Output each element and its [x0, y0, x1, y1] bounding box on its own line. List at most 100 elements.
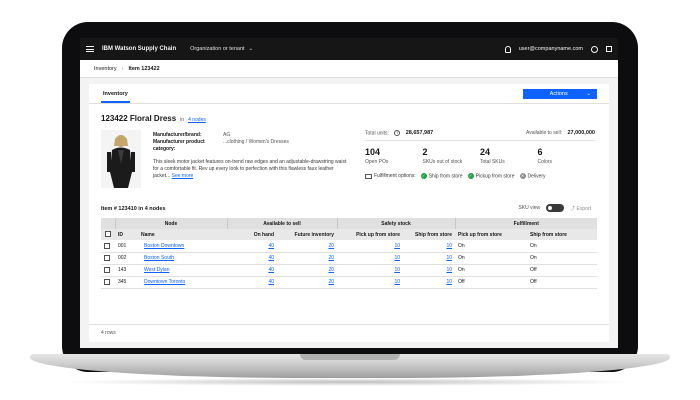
app-brand[interactable]: IBM Watson Supply Chain: [102, 46, 176, 52]
cell-future[interactable]: 20: [277, 252, 337, 265]
table-title: Item # 123410 in 4 nodes: [101, 206, 166, 212]
cell-ss-pickup[interactable]: 10: [337, 240, 403, 253]
column-header[interactable]: Name: [141, 229, 227, 240]
breadcrumb: Inventory › Item 123422: [80, 60, 618, 78]
export-icon: ⤴: [570, 205, 576, 212]
select-all-checkbox[interactable]: [105, 231, 111, 238]
table-row[interactable]: 001 Boston Downtown 40 20 10 10 On On: [101, 240, 597, 253]
chevron-down-icon: ⌄: [248, 46, 254, 52]
column-header[interactable]: On hand: [227, 229, 277, 240]
stat-caption: Open POs: [365, 159, 389, 166]
actions-dropdown-button[interactable]: Actions ⌄: [523, 89, 597, 99]
cell-f-pickup: On: [455, 240, 527, 253]
user-email[interactable]: user@companyname.com: [519, 46, 583, 52]
column-header[interactable]: Pick up from store: [455, 229, 527, 240]
cell-f-ship: On: [527, 240, 597, 253]
cell-id: 143: [115, 264, 141, 277]
cell-f-pickup: On: [455, 252, 527, 265]
cell-f-pickup: Off: [455, 276, 527, 289]
org-selector[interactable]: Organization or tenant ⌄: [190, 46, 253, 52]
row-count: 4 rows: [101, 330, 116, 336]
total-units-value: 28,657,987: [405, 130, 434, 137]
item-header: 123422 Floral Dress in 4 nodes: [101, 114, 206, 123]
cell-id: 002: [115, 252, 141, 265]
cell-ss-pickup[interactable]: 10: [337, 252, 403, 265]
menu-icon[interactable]: [86, 46, 94, 52]
row-checkbox[interactable]: [104, 278, 110, 285]
available-label: Available to sell:: [526, 130, 563, 137]
cell-ss-ship[interactable]: 10: [403, 252, 455, 265]
group-header-available: Available to sell: [226, 218, 337, 229]
group-header-safety: Safety stock: [336, 218, 455, 229]
help-icon[interactable]: ?: [394, 130, 401, 136]
cell-on-hand[interactable]: 40: [227, 252, 277, 265]
row-checkbox[interactable]: [104, 242, 110, 249]
column-header[interactable]: Pick up from store: [337, 229, 403, 240]
table-row[interactable]: 143 West Dylan 40 20 10 10 On Off: [101, 264, 597, 277]
cell-on-hand[interactable]: 40: [227, 240, 277, 253]
truck-icon: [365, 173, 372, 179]
table-row[interactable]: 345 Downtown Toronto 40 20 10 10 Off Off: [101, 276, 597, 289]
cell-name-link[interactable]: West Dylan: [141, 264, 227, 277]
table-footer: 4 rows: [89, 324, 609, 342]
row-checkbox[interactable]: [104, 266, 110, 273]
app-switcher-icon[interactable]: [606, 46, 612, 52]
group-header-fulfillment: Fulfillment: [454, 218, 597, 229]
breadcrumb-inventory-link[interactable]: Inventory: [94, 66, 117, 72]
cell-ss-ship[interactable]: 10: [403, 264, 455, 277]
cell-f-ship: Off: [527, 276, 597, 289]
column-header[interactable]: ID: [115, 229, 141, 240]
cell-ss-ship[interactable]: 10: [403, 276, 455, 289]
row-checkbox[interactable]: [104, 254, 110, 261]
cell-future[interactable]: 20: [277, 264, 337, 277]
table-toolbar: SKU view ⤴ Export: [518, 204, 591, 212]
stat-number: 6: [537, 147, 543, 158]
fulfillment-label: Fulfillment options:: [374, 173, 416, 180]
cell-future[interactable]: 20: [277, 240, 337, 253]
check-icon: ✓: [467, 173, 474, 180]
brand-key: Manufacturer/brand:: [153, 132, 202, 138]
cell-name-link[interactable]: Boston South: [141, 252, 227, 265]
product-image: [101, 130, 141, 188]
column-header[interactable]: Ship from store: [403, 229, 455, 240]
cell-on-hand[interactable]: 40: [227, 264, 277, 277]
check-icon: ✓: [420, 173, 427, 180]
cell-f-ship: Off: [527, 264, 597, 277]
table-row[interactable]: 002 Boston South 40 20 10 10 On On: [101, 252, 597, 265]
brand-value: AG: [223, 132, 231, 138]
cell-name-link[interactable]: Downtown Toronto: [141, 276, 227, 289]
fulfillment-options: Fulfillment options: ✓ Ship from store ✓ P…: [365, 173, 595, 180]
app-screen: IBM Watson Supply Chain Organization or …: [80, 38, 618, 348]
item-in-label: in: [180, 117, 185, 123]
export-label: Export: [576, 205, 591, 212]
stat-caption: Colors: [537, 159, 552, 166]
cell-ss-ship[interactable]: 10: [403, 240, 455, 253]
stat-number: 24: [480, 147, 491, 158]
laptop-notch: [300, 354, 400, 360]
sku-view-toggle[interactable]: [546, 204, 565, 212]
export-button[interactable]: ⤴ Export: [570, 205, 591, 212]
tab-inventory[interactable]: Inventory: [101, 91, 130, 103]
stat-open-pos: 104 Open POs: [365, 147, 423, 165]
cell-f-pickup: On: [455, 264, 527, 277]
column-header[interactable]: Future inventory: [277, 229, 337, 240]
stat-number: 104: [365, 147, 381, 158]
cell-ss-pickup[interactable]: 10: [337, 264, 403, 277]
top-navigation-bar: IBM Watson Supply Chain Organization or …: [80, 38, 618, 60]
column-header[interactable]: Ship from store: [527, 229, 597, 240]
org-selector-label: Organization or tenant: [190, 46, 245, 52]
user-avatar-icon[interactable]: [591, 45, 598, 53]
product-description: This sleek motor jacket features on-tren…: [153, 159, 349, 180]
notification-icon[interactable]: [504, 45, 511, 53]
total-units-label: Total units:: [365, 130, 389, 137]
product-info: Manufacturer/brand: AG Manufacturer prod…: [153, 132, 349, 180]
cell-future[interactable]: 20: [277, 276, 337, 289]
sku-view-label: SKU view: [518, 205, 541, 211]
cell-on-hand[interactable]: 40: [227, 276, 277, 289]
cell-name-link[interactable]: Boston Downtown: [141, 240, 227, 253]
cell-ss-pickup[interactable]: 10: [337, 276, 403, 289]
category-key: Manufacturer product category:: [153, 139, 205, 152]
nodes-link[interactable]: 4 nodes: [188, 117, 206, 123]
available-value: 27,000,000: [567, 130, 595, 137]
see-more-link[interactable]: See more: [172, 173, 194, 179]
